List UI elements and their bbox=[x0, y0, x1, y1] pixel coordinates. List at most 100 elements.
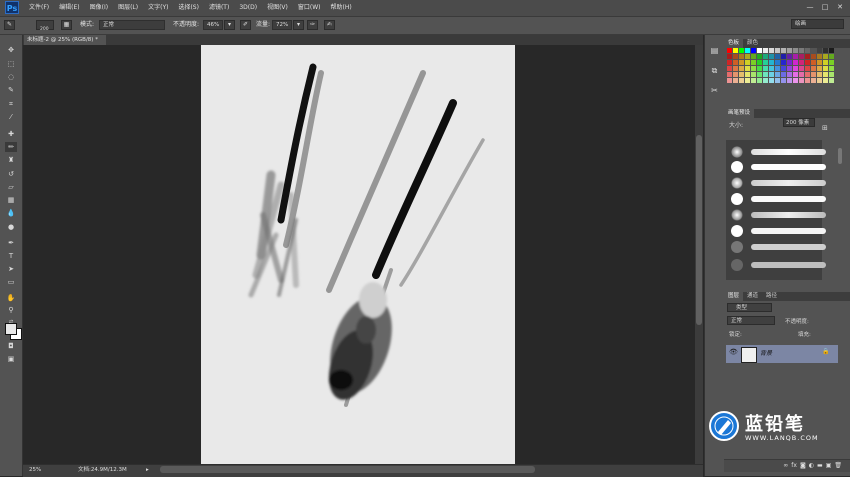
hand-tool-icon[interactable]: ✋ bbox=[5, 293, 17, 303]
menu-item[interactable]: 视图(V) bbox=[262, 0, 293, 16]
color-swatch[interactable] bbox=[805, 78, 810, 83]
color-swatch[interactable] bbox=[799, 54, 804, 59]
color-swatch[interactable] bbox=[745, 54, 750, 59]
pressure-opacity-icon[interactable]: ✐ bbox=[240, 20, 251, 30]
color-swatch[interactable] bbox=[829, 66, 834, 71]
menu-item[interactable]: 帮助(H) bbox=[326, 0, 357, 16]
color-swatch[interactable] bbox=[781, 66, 786, 71]
swatches-grid[interactable] bbox=[727, 48, 835, 88]
visibility-eye-icon[interactable]: 👁 bbox=[729, 348, 738, 358]
color-swatch[interactable] bbox=[745, 78, 750, 83]
color-swatch[interactable] bbox=[727, 72, 732, 77]
color-swatch[interactable] bbox=[823, 66, 828, 71]
color-swatch[interactable] bbox=[817, 60, 822, 65]
color-swatch[interactable] bbox=[799, 66, 804, 71]
color-swatch[interactable] bbox=[781, 60, 786, 65]
layer-style-icon[interactable]: fx bbox=[791, 460, 797, 472]
color-swatch[interactable] bbox=[787, 60, 792, 65]
link-layers-icon[interactable]: ∞ bbox=[783, 460, 788, 472]
color-swatch[interactable] bbox=[751, 54, 756, 59]
color-swatch[interactable] bbox=[787, 48, 792, 53]
color-swatch[interactable] bbox=[775, 78, 780, 83]
vertical-scroll-thumb[interactable] bbox=[696, 135, 702, 325]
brush-panel-icon[interactable]: ▤ bbox=[709, 45, 720, 56]
color-swatch[interactable] bbox=[799, 78, 804, 83]
flow-dropdown-icon[interactable]: ▾ bbox=[293, 20, 304, 30]
color-swatch[interactable] bbox=[793, 54, 798, 59]
color-swatch[interactable] bbox=[763, 78, 768, 83]
color-swatch[interactable] bbox=[811, 78, 816, 83]
brush-preset-item[interactable] bbox=[727, 240, 837, 254]
color-swatch[interactable] bbox=[823, 78, 828, 83]
color-swatch[interactable] bbox=[823, 60, 828, 65]
color-swatch[interactable] bbox=[811, 66, 816, 71]
color-swatch[interactable] bbox=[757, 66, 762, 71]
clone-source-icon[interactable]: ⧉ bbox=[709, 65, 720, 76]
brush-panel-toggle-icon[interactable]: ▦ bbox=[61, 20, 72, 30]
minimize-icon[interactable]: — bbox=[804, 2, 816, 12]
brush-tool-icon[interactable]: ✏ bbox=[5, 142, 17, 152]
color-swatch[interactable] bbox=[781, 78, 786, 83]
color-swatch[interactable] bbox=[727, 60, 732, 65]
pressure-size-icon[interactable]: ✍ bbox=[324, 20, 335, 30]
color-swatch[interactable] bbox=[727, 48, 732, 53]
layer-name[interactable]: 背景 bbox=[760, 345, 772, 363]
color-swatch[interactable] bbox=[757, 72, 762, 77]
mode-select[interactable]: 正常 bbox=[99, 20, 165, 30]
color-swatch[interactable] bbox=[769, 48, 774, 53]
color-swatch[interactable] bbox=[763, 60, 768, 65]
color-swatch[interactable] bbox=[781, 48, 786, 53]
status-menu-arrow-icon[interactable]: ▸ bbox=[146, 465, 149, 476]
color-swatch[interactable] bbox=[769, 60, 774, 65]
tab-layers[interactable]: 图层 bbox=[724, 292, 744, 301]
brush-preset-item[interactable] bbox=[727, 192, 837, 206]
brush-preset-item[interactable] bbox=[727, 224, 837, 238]
eyedropper-tool-icon[interactable]: ⁄ bbox=[5, 112, 17, 122]
color-swatch[interactable] bbox=[733, 54, 738, 59]
menu-item[interactable]: 文件(F) bbox=[24, 0, 54, 16]
color-swatch[interactable] bbox=[805, 60, 810, 65]
color-swatch[interactable] bbox=[787, 72, 792, 77]
color-swatch[interactable] bbox=[787, 78, 792, 83]
add-mask-icon[interactable]: ◙ bbox=[800, 460, 806, 472]
tab-swatches[interactable]: 色板 bbox=[724, 39, 744, 48]
layer-blend-mode[interactable]: 正常 bbox=[727, 316, 775, 325]
color-swatch[interactable] bbox=[775, 72, 780, 77]
color-swatch[interactable] bbox=[751, 60, 756, 65]
color-swatch[interactable] bbox=[757, 48, 762, 53]
brush-size-field[interactable]: 200 像素 bbox=[783, 118, 815, 127]
menu-item[interactable]: 选择(S) bbox=[173, 0, 204, 16]
rectangle-tool-icon[interactable]: ▭ bbox=[5, 277, 17, 287]
adjustment-layer-icon[interactable]: ◐ bbox=[809, 460, 814, 472]
tab-brush-presets[interactable]: 画笔预设 bbox=[724, 109, 755, 118]
pen-tool-icon[interactable]: ✒ bbox=[5, 238, 17, 248]
color-swatch[interactable] bbox=[823, 72, 828, 77]
layer-kind-filter[interactable]: 类型 bbox=[727, 303, 772, 312]
menu-item[interactable]: 图像(I) bbox=[85, 0, 113, 16]
close-icon[interactable]: ✕ bbox=[834, 2, 846, 12]
document-canvas[interactable] bbox=[201, 45, 515, 464]
color-swatch[interactable] bbox=[733, 78, 738, 83]
color-swatch[interactable] bbox=[751, 48, 756, 53]
menu-item[interactable]: 编辑(E) bbox=[54, 0, 84, 16]
delete-layer-icon[interactable]: 🗑 bbox=[834, 460, 842, 472]
color-swatch[interactable] bbox=[793, 66, 798, 71]
dodge-tool-icon[interactable]: ● bbox=[5, 222, 17, 232]
zoom-tool-icon[interactable]: ⚲ bbox=[5, 305, 17, 315]
color-swatch[interactable] bbox=[751, 72, 756, 77]
opacity-input[interactable]: 46% bbox=[203, 20, 223, 30]
color-swatch[interactable] bbox=[805, 72, 810, 77]
menu-item[interactable]: 3D(D) bbox=[234, 0, 262, 16]
color-swatch[interactable] bbox=[817, 72, 822, 77]
color-swatch[interactable] bbox=[787, 54, 792, 59]
type-tool-icon[interactable]: T bbox=[5, 251, 17, 261]
color-swatch[interactable] bbox=[781, 72, 786, 77]
new-layer-icon[interactable]: ▣ bbox=[826, 460, 832, 472]
horizontal-scroll-thumb[interactable] bbox=[160, 466, 535, 473]
color-swatch[interactable] bbox=[823, 54, 828, 59]
color-swatch[interactable] bbox=[805, 48, 810, 53]
color-swatch[interactable] bbox=[733, 48, 738, 53]
color-swatch[interactable] bbox=[799, 72, 804, 77]
move-tool-icon[interactable]: ✥ bbox=[5, 45, 17, 55]
color-swatch[interactable] bbox=[817, 78, 822, 83]
